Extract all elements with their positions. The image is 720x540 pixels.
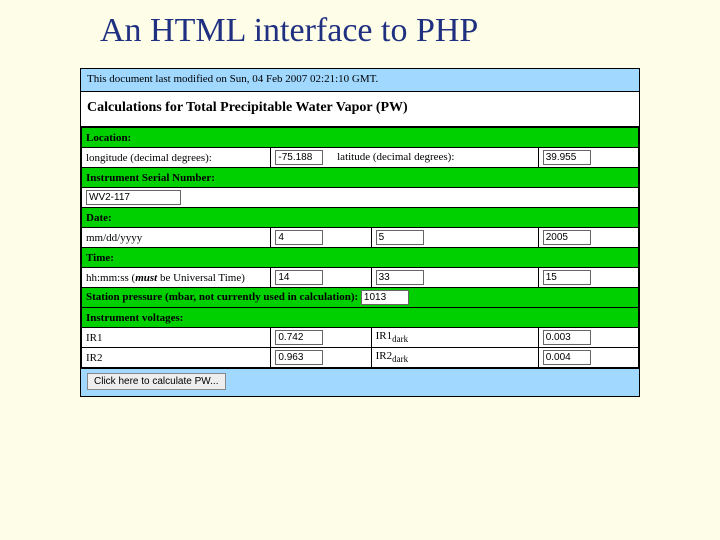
label-ir2dark: IR2dark [371,348,538,368]
ir2dark-input[interactable] [543,350,591,365]
second-input[interactable] [543,270,591,285]
year-input[interactable] [543,230,591,245]
cell-second [538,268,638,288]
cell-hour [271,268,371,288]
label-ir1: IR1 [82,328,271,348]
minute-input[interactable] [376,270,424,285]
slide-title: An HTML interface to PHP [0,0,720,68]
ir1-input[interactable] [275,330,323,345]
label-longitude: longitude (decimal degrees): [82,148,271,168]
serial-input[interactable] [86,190,181,205]
label-hhmmss: hh:mm:ss (must be Universal Time) [82,268,271,288]
cell-ir2 [271,348,371,368]
label-latitude: latitude (decimal degrees): [337,151,454,163]
pressure-input[interactable] [361,290,409,305]
page-title: Calculations for Total Precipitable Wate… [81,92,639,127]
cell-ir2dark [538,348,638,368]
cell-serial [82,188,639,208]
longitude-input[interactable] [275,150,323,165]
cell-ir1dark [538,328,638,348]
button-row: Click here to calculate PW... [81,368,639,396]
section-serial: Instrument Serial Number: [82,168,639,188]
calculate-button[interactable]: Click here to calculate PW... [87,373,226,390]
section-time: Time: [82,248,639,268]
cell-longitude: latitude (decimal degrees): [271,148,538,168]
form-table: Location: longitude (decimal degrees): l… [81,127,639,368]
cell-minute [371,268,538,288]
label-ir2: IR2 [82,348,271,368]
latitude-input[interactable] [543,150,591,165]
section-date: Date: [82,208,639,228]
section-voltages: Instrument voltages: [82,308,639,328]
day-input[interactable] [376,230,424,245]
month-input[interactable] [275,230,323,245]
cell-day [371,228,538,248]
label-ir1dark: IR1dark [371,328,538,348]
cell-month [271,228,371,248]
label-mmddyyyy: mm/dd/yyyy [82,228,271,248]
last-modified-line: This document last modified on Sun, 04 F… [81,69,639,92]
cell-latitude [538,148,638,168]
ir1dark-input[interactable] [543,330,591,345]
cell-year [538,228,638,248]
ir2-input[interactable] [275,350,323,365]
cell-ir1 [271,328,371,348]
hour-input[interactable] [275,270,323,285]
section-location: Location: [82,128,639,148]
label-pressure: Station pressure (mbar, not currently us… [86,291,358,303]
section-pressure: Station pressure (mbar, not currently us… [82,288,639,308]
form-panel: This document last modified on Sun, 04 F… [80,68,640,397]
